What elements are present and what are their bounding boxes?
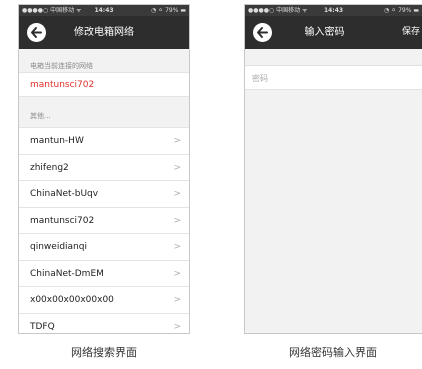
status-bar: ●●●●○ 中国移动 ᯤ 14:43 ◔ ⚪ 79% ▬ [245, 5, 422, 16]
wifi-search-screen: ●●●●○ 中国移动 ᯤ 14:43 ◔ ⚪ 79% ▬ 修改电箱网络 电箱当前… [18, 4, 190, 334]
status-time: 14:43 [94, 7, 114, 14]
network-name: zhifeng2 [30, 162, 69, 173]
network-row[interactable]: TDFQ > [19, 313, 189, 333]
chevron-right-icon: > [173, 162, 181, 173]
network-row[interactable]: mantunsci702 > [19, 207, 189, 234]
chevron-right-icon: > [173, 189, 181, 199]
title-bar: 修改电箱网络 [19, 16, 189, 49]
network-row[interactable]: mantun-HW > [19, 128, 189, 155]
save-button[interactable]: 保存 [402, 16, 420, 49]
chevron-right-icon: > [173, 268, 181, 279]
network-row[interactable]: qinweidianqi > [19, 234, 189, 261]
current-network-name: mantunsci702 [30, 80, 95, 90]
current-network-section-label: 电箱当前连接的网络 [30, 62, 93, 70]
page-title: 输入密码 [304, 27, 345, 38]
network-row[interactable]: x00x00x00x00x00 > [19, 287, 189, 314]
network-name: mantunsci702 [30, 215, 95, 226]
chevron-right-icon: > [173, 321, 181, 332]
carrier-signal: ●●●●○ 中国移动 ᯤ [22, 7, 82, 14]
battery-indicator: ◔ ⚪ 79% ▬ [151, 7, 186, 14]
title-bar: 输入密码 保存 [245, 16, 422, 49]
password-input[interactable] [252, 66, 412, 90]
network-name: ChinaNet-DmEM [30, 268, 104, 279]
page-title: 修改电箱网络 [74, 27, 134, 38]
network-name: TDFQ [30, 321, 55, 332]
password-row [245, 65, 422, 90]
current-network-row[interactable]: mantunsci702 [19, 72, 189, 97]
other-networks-section-label: 其他... [30, 112, 51, 120]
chevron-right-icon: > [173, 215, 181, 226]
network-list: mantun-HW > zhifeng2 > ChinaNet-bUqv > m… [19, 127, 189, 333]
chevron-right-icon: > [173, 295, 181, 305]
network-name: mantun-HW [30, 136, 84, 146]
carrier-signal: ●●●●○ 中国移动 ᯤ [248, 7, 308, 14]
chevron-right-icon: > [173, 136, 181, 146]
password-input-screen: ●●●●○ 中国移动 ᯤ 14:43 ◔ ⚪ 79% ▬ 输入密码 保存 [244, 4, 422, 334]
chevron-right-icon: > [173, 242, 181, 252]
battery-indicator: ◔ ⚪ 79% ▬ [384, 7, 419, 14]
right-caption: 网络密码输入界面 [289, 346, 377, 359]
status-time: 14:43 [323, 7, 344, 14]
network-name: qinweidianqi [30, 242, 87, 252]
network-name: x00x00x00x00x00 [30, 295, 114, 305]
left-caption: 网络搜索界面 [71, 346, 137, 359]
network-row[interactable]: ChinaNet-bUqv > [19, 181, 189, 208]
network-row[interactable]: zhifeng2 > [19, 154, 189, 181]
network-row[interactable]: ChinaNet-DmEM > [19, 260, 189, 287]
network-name: ChinaNet-bUqv [30, 189, 99, 199]
status-bar: ●●●●○ 中国移动 ᯤ 14:43 ◔ ⚪ 79% ▬ [19, 5, 189, 16]
